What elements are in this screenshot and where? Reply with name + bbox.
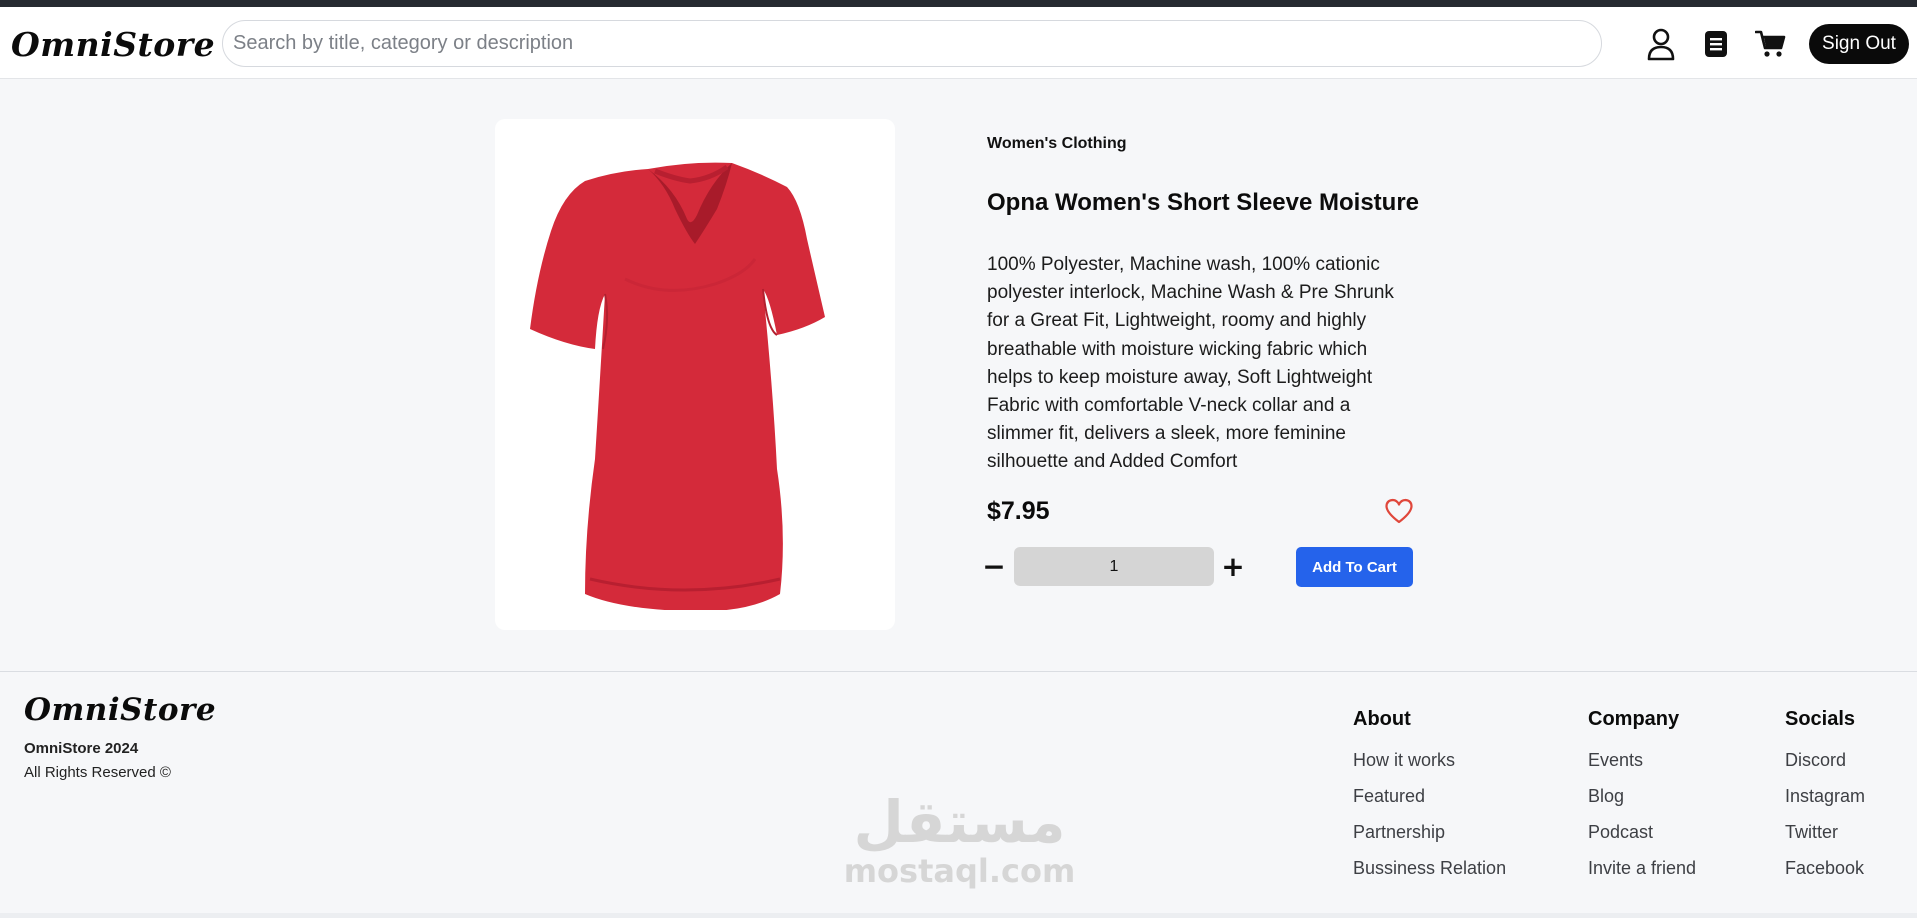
header: OmniStore Sign Out xyxy=(0,7,1917,79)
product-image-card xyxy=(495,119,895,630)
footer-link-facebook[interactable]: Facebook xyxy=(1785,857,1865,893)
product-title: Opna Women's Short Sleeve Moisture xyxy=(987,189,1420,216)
footer-link-discord[interactable]: Discord xyxy=(1785,749,1865,785)
footer: OmniStore OmniStore 2024 All Rights Rese… xyxy=(0,671,1917,918)
footer-column-company: Company Events Blog Podcast Invite a fri… xyxy=(1588,708,1696,893)
footer-link-blog[interactable]: Blog xyxy=(1588,785,1696,821)
bottom-edge xyxy=(0,913,1917,918)
cart-icon[interactable] xyxy=(1754,27,1788,61)
quantity-input[interactable] xyxy=(1014,547,1214,586)
logo[interactable]: OmniStore xyxy=(11,25,215,64)
search-input[interactable] xyxy=(222,20,1602,67)
footer-column-title: Socials xyxy=(1785,708,1856,730)
watermark-arabic: مستقل xyxy=(853,788,1066,856)
sign-out-button[interactable]: Sign Out xyxy=(1809,24,1909,64)
footer-column-title: Company xyxy=(1588,708,1680,730)
decrease-quantity-button[interactable]: − xyxy=(981,552,1007,582)
product-price: $7.95 xyxy=(987,497,1050,525)
footer-column-title: About xyxy=(1353,708,1411,730)
product-category[interactable]: Women's Clothing xyxy=(987,135,1127,153)
footer-rights: All Rights Reserved © xyxy=(24,764,171,781)
footer-column-socials: Socials Discord Instagram Twitter Facebo… xyxy=(1785,708,1865,893)
footer-copyright-year: OmniStore 2024 xyxy=(24,740,139,757)
heart-icon[interactable] xyxy=(1384,498,1414,529)
footer-link-featured[interactable]: Featured xyxy=(1353,785,1506,821)
watermark: مستقل mostaql.com xyxy=(842,790,1077,888)
top-strip xyxy=(0,0,1917,7)
add-to-cart-button[interactable]: Add To Cart xyxy=(1296,547,1413,587)
orders-icon[interactable] xyxy=(1699,27,1733,61)
footer-link-partnership[interactable]: Partnership xyxy=(1353,821,1506,857)
footer-link-invite-a-friend[interactable]: Invite a friend xyxy=(1588,857,1696,893)
product-image xyxy=(530,162,825,610)
product-description: 100% Polyester, Machine wash, 100% catio… xyxy=(987,254,1394,473)
footer-link-how-it-works[interactable]: How it works xyxy=(1353,749,1506,785)
user-icon[interactable] xyxy=(1644,27,1678,61)
footer-link-business-relation[interactable]: Bussiness Relation xyxy=(1353,857,1506,893)
watermark-url: mostaql.com xyxy=(843,852,1076,890)
footer-column-about: About How it works Featured Partnership … xyxy=(1353,708,1506,893)
footer-link-twitter[interactable]: Twitter xyxy=(1785,821,1865,857)
footer-link-podcast[interactable]: Podcast xyxy=(1588,821,1696,857)
footer-logo[interactable]: OmniStore xyxy=(24,692,216,728)
footer-link-events[interactable]: Events xyxy=(1588,749,1696,785)
increase-quantity-button[interactable]: + xyxy=(1220,552,1246,582)
footer-link-instagram[interactable]: Instagram xyxy=(1785,785,1865,821)
